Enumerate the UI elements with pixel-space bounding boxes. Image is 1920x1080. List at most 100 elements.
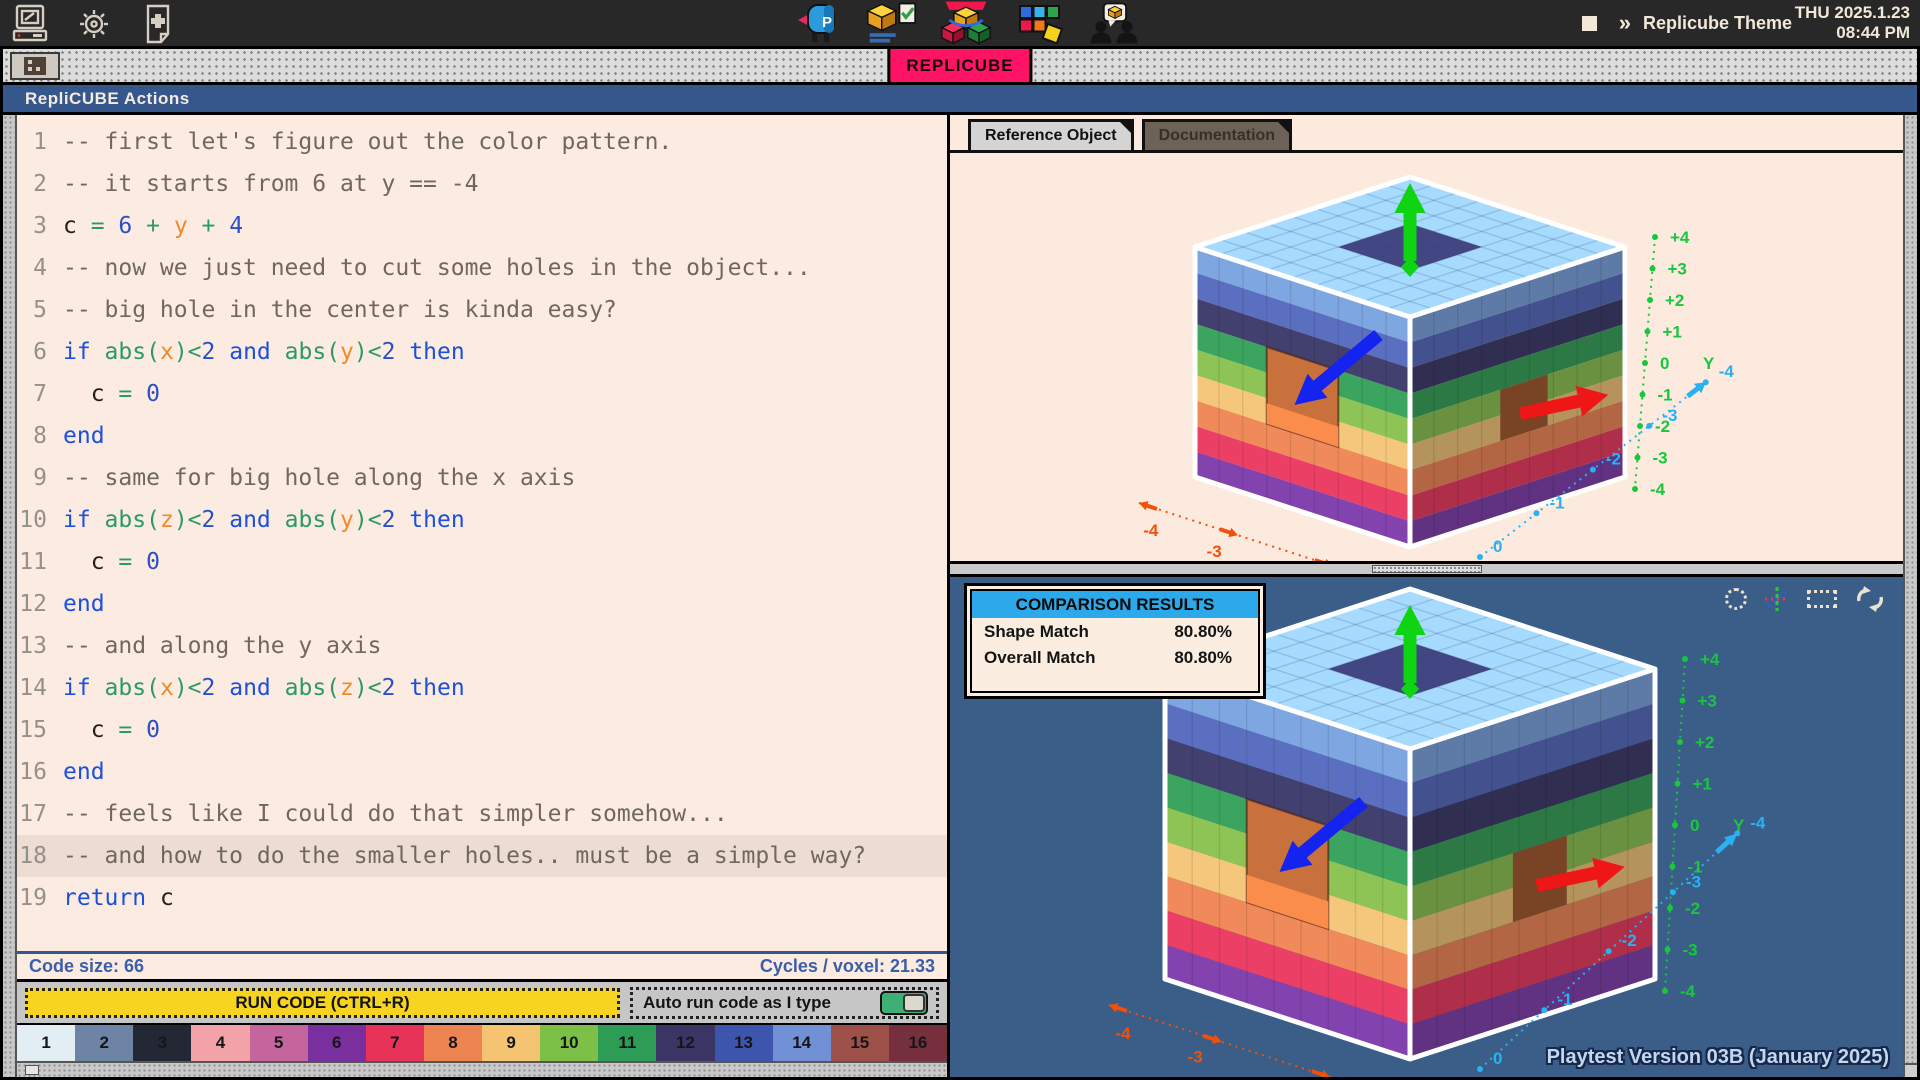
code-line-15[interactable]: 15 c = 0 <box>17 709 947 751</box>
axes-icon[interactable] <box>1763 585 1791 613</box>
palette-swatch-1[interactable]: 1 <box>17 1025 75 1061</box>
code-token: + <box>202 213 230 239</box>
code-token: -- now we just need to cut some holes in… <box>63 255 811 281</box>
viewer-vertical-scrollbar[interactable] <box>1903 115 1917 1077</box>
code-line-17[interactable]: 17-- feels like I could do that simpler … <box>17 793 947 835</box>
palette-swatch-11[interactable]: 11 <box>598 1025 656 1061</box>
comparison-row: Shape Match80.80% <box>972 618 1258 644</box>
settings-gear-icon[interactable] <box>74 4 114 44</box>
tab-documentation[interactable]: Documentation <box>1142 119 1292 150</box>
code-token: x <box>160 339 174 365</box>
palette-swatch-16[interactable]: 16 <box>889 1025 947 1061</box>
code-token: return <box>63 885 146 911</box>
code-line-8[interactable]: 8end <box>17 415 947 457</box>
editor-horizontal-scrollbar[interactable] <box>17 1061 947 1077</box>
code-line-5[interactable]: 5-- big hole in the center is kinda easy… <box>17 289 947 331</box>
code-line-2[interactable]: 2-- it starts from 6 at y == -4 <box>17 163 947 205</box>
mailbox-icon[interactable]: P <box>792 0 844 46</box>
code-line-3[interactable]: 3c = 6 + y + 4 <box>17 205 947 247</box>
palette-swatch-4[interactable]: 4 <box>191 1025 249 1061</box>
top-menu-bar: P <box>0 0 1920 46</box>
code-token: c <box>63 717 118 743</box>
replicube-tab[interactable]: REPLICUBE <box>887 49 1032 82</box>
code-line-4[interactable]: 4-- now we just need to cut some holes i… <box>17 247 947 289</box>
tab-reference-object[interactable]: Reference Object <box>968 119 1134 150</box>
svg-text:-2: -2 <box>1685 899 1700 918</box>
line-number: 8 <box>17 423 63 449</box>
svg-text:+1: +1 <box>1663 323 1682 342</box>
code-token: then <box>409 507 464 533</box>
editor-vertical-scrollbar[interactable] <box>3 115 17 1077</box>
palette-swatch-14[interactable]: 14 <box>773 1025 831 1061</box>
new-file-icon[interactable] <box>138 4 178 44</box>
panel-resize-handle[interactable] <box>1372 565 1482 573</box>
line-number: 3 <box>17 213 63 239</box>
palette-swatch-2[interactable]: 2 <box>75 1025 133 1061</box>
selection-circle-icon[interactable] <box>1725 588 1747 610</box>
actions-title-bar: RepliCUBE Actions <box>3 85 1917 115</box>
toggle-knob <box>903 994 925 1012</box>
window-title-bar[interactable]: REPLICUBE <box>3 49 1917 85</box>
code-token: 2 <box>202 339 230 365</box>
reset-view-icon[interactable] <box>1853 585 1887 613</box>
code-line-9[interactable]: 9-- same for big hole along the x axis <box>17 457 947 499</box>
line-number: 14 <box>17 675 63 701</box>
code-line-6[interactable]: 6if abs(x)<2 and abs(y)<2 then <box>17 331 947 373</box>
code-token: ( <box>326 339 340 365</box>
viewer-toolbar <box>1725 585 1887 613</box>
code-token: 0 <box>146 549 160 575</box>
run-code-button[interactable]: RUN CODE (CTRL+R) <box>25 988 620 1018</box>
svg-text:+3: +3 <box>1698 692 1717 711</box>
code-token: ( <box>146 675 160 701</box>
code-line-16[interactable]: 16end <box>17 751 947 793</box>
code-token: -- it starts from 6 at y == -4 <box>63 171 478 197</box>
svg-text:-4: -4 <box>1115 1024 1131 1043</box>
palette-swatch-7[interactable]: 7 <box>366 1025 424 1061</box>
code-line-14[interactable]: 14if abs(x)<2 and abs(z)<2 then <box>17 667 947 709</box>
selection-rect-icon[interactable] <box>1807 590 1837 608</box>
autorun-toggle[interactable] <box>880 991 928 1015</box>
palette-swatch-8[interactable]: 8 <box>424 1025 482 1061</box>
code-token: ( <box>146 339 160 365</box>
code-token: abs <box>105 675 147 701</box>
code-token: y <box>340 507 354 533</box>
window-menu-icon[interactable] <box>10 52 60 80</box>
code-token: ( <box>326 675 340 701</box>
window-square-icon[interactable] <box>1582 16 1597 31</box>
svg-text:-4: -4 <box>1650 480 1666 499</box>
palette-swatch-15[interactable]: 15 <box>831 1025 889 1061</box>
palette-swatch-5[interactable]: 5 <box>250 1025 308 1061</box>
code-token: ( <box>146 507 160 533</box>
code-line-19[interactable]: 19return c <box>17 877 947 919</box>
code-token: 2 <box>382 339 410 365</box>
levels-cubes-icon[interactable] <box>940 0 992 46</box>
code-token: ) <box>354 339 368 365</box>
palette-icon[interactable] <box>1014 0 1066 46</box>
code-line-10[interactable]: 10if abs(z)<2 and abs(y)<2 then <box>17 499 947 541</box>
code-token: if <box>63 339 105 365</box>
palette-swatch-13[interactable]: 13 <box>715 1025 773 1061</box>
palette-swatch-6[interactable]: 6 <box>308 1025 366 1061</box>
code-token: < <box>188 507 202 533</box>
palette-swatch-10[interactable]: 10 <box>540 1025 598 1061</box>
code-line-11[interactable]: 11 c = 0 <box>17 541 947 583</box>
svg-text:-2: -2 <box>1606 450 1621 469</box>
code-area[interactable]: 1-- first let's figure out the color pat… <box>17 115 947 951</box>
code-line-18[interactable]: 18-- and how to do the smaller holes.. m… <box>17 835 947 877</box>
community-icon[interactable] <box>1088 0 1140 46</box>
resize-corner[interactable] <box>1905 1063 1917 1077</box>
code-line-1[interactable]: 1-- first let's figure out the color pat… <box>17 121 947 163</box>
goal-cube-checklist-icon[interactable] <box>866 0 918 46</box>
reference-cube-canvas[interactable]: +4+3+2+10Y-1-2-3-40-1-2-3-4-4-3 <box>950 153 1903 561</box>
hscroll-handle[interactable] <box>25 1065 39 1075</box>
palette-swatch-9[interactable]: 9 <box>482 1025 540 1061</box>
svg-text:-4: -4 <box>1680 982 1696 1001</box>
code-line-13[interactable]: 13-- and along the y axis <box>17 625 947 667</box>
palette-swatch-3[interactable]: 3 <box>133 1025 191 1061</box>
code-token: -- first let's figure out the color patt… <box>63 129 672 155</box>
palette-swatch-12[interactable]: 12 <box>656 1025 714 1061</box>
code-line-7[interactable]: 7 c = 0 <box>17 373 947 415</box>
code-line-12[interactable]: 12end <box>17 583 947 625</box>
autorun-group: Auto run code as I type <box>630 987 939 1019</box>
computer-icon[interactable] <box>10 4 50 44</box>
